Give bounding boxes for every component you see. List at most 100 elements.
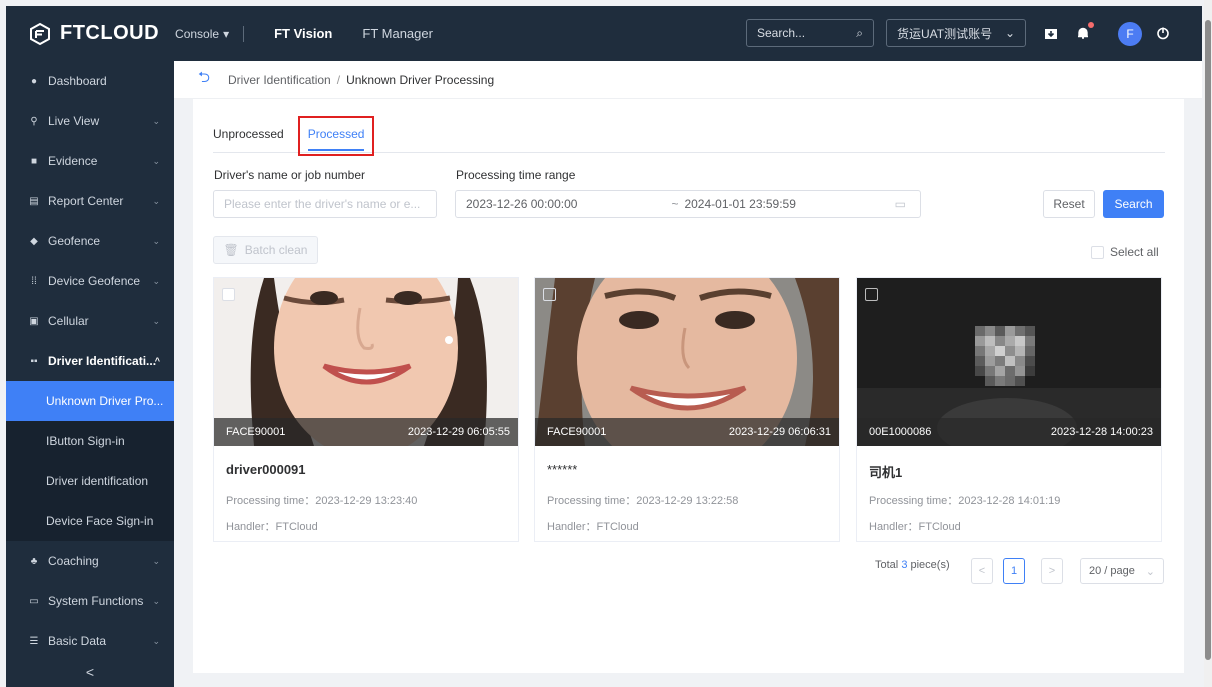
chevron-down-icon: ⌄ bbox=[152, 155, 160, 166]
sidebar-subitem-device-face[interactable]: Device Face Sign-in bbox=[6, 501, 174, 541]
card-checkbox[interactable] bbox=[865, 288, 878, 304]
back-icon[interactable]: ⮌ bbox=[198, 67, 210, 92]
caret-down-icon: ▾ bbox=[223, 26, 230, 41]
sidebar-item-live-view[interactable]: ⚲ Live View ⌄ bbox=[6, 101, 174, 141]
breadcrumb-current: Unknown Driver Processing bbox=[346, 72, 495, 87]
prev-page-button[interactable]: < bbox=[971, 558, 993, 584]
live-view-icon: ⚲ bbox=[30, 115, 38, 127]
driver-name: driver000091 bbox=[226, 462, 306, 477]
sidebar-item-label: Geofence bbox=[48, 234, 101, 248]
device-geofence-icon: ⁞⁞ bbox=[31, 275, 37, 287]
power-icon[interactable] bbox=[1152, 22, 1174, 44]
search-placeholder: Search... bbox=[757, 26, 806, 40]
global-search-input[interactable]: Search... ⌕ bbox=[746, 19, 874, 47]
sidebar-item-label: Report Center bbox=[48, 194, 124, 208]
geofence-icon: ◆ bbox=[30, 235, 38, 247]
chevron-down-icon: ⌄ bbox=[152, 555, 160, 566]
report-icon: ▤ bbox=[29, 195, 39, 207]
chevron-down-icon: ⌄ bbox=[1145, 565, 1155, 578]
device-id: FACE90001 bbox=[226, 426, 286, 438]
driver-search-input[interactable]: Please enter the driver's name or e... bbox=[213, 190, 437, 218]
breadcrumb-parent[interactable]: Driver Identification bbox=[228, 73, 331, 87]
card-checkbox[interactable] bbox=[543, 288, 556, 304]
page-number-button[interactable]: 1 bbox=[1003, 558, 1025, 584]
next-page-button[interactable]: > bbox=[1041, 558, 1063, 584]
account-name: 货运UAT测试账号 bbox=[897, 26, 993, 41]
sidebar-item-driver-identification[interactable]: ▪▪ Driver Identificati... ^ bbox=[6, 341, 174, 381]
notification-bell-icon[interactable] bbox=[1072, 22, 1094, 44]
nav-ft-vision[interactable]: FT Vision bbox=[274, 26, 332, 41]
range-separator: ~ bbox=[671, 197, 679, 211]
sidebar-item-report-center[interactable]: ▤ Report Center ⌄ bbox=[6, 181, 174, 221]
chevron-down-icon: ⌄ bbox=[1004, 26, 1015, 40]
driver-card[interactable]: FACE90001 2023-12-29 06:05:55 driver0000… bbox=[213, 277, 519, 542]
sidebar-item-device-geofence[interactable]: ⁞⁞ Device Geofence ⌄ bbox=[6, 261, 174, 301]
main-panel: Unprocessed Processed Driver's name or j… bbox=[193, 99, 1184, 673]
page-scrollbar-thumb[interactable] bbox=[1205, 20, 1211, 660]
tab-processed[interactable]: Processed bbox=[307, 121, 365, 151]
face-photo[interactable]: FACE90001 2023-12-29 06:05:55 bbox=[214, 278, 518, 446]
nav-ft-manager[interactable]: FT Manager bbox=[362, 26, 433, 41]
sidebar-item-label: Driver Identificati... bbox=[48, 354, 157, 368]
chevron-down-icon: ⌄ bbox=[152, 195, 160, 206]
sidebar-item-geofence[interactable]: ◆ Geofence ⌄ bbox=[6, 221, 174, 261]
page-size-select[interactable]: 20 / page ⌄ bbox=[1080, 558, 1164, 584]
select-all-label: Select all bbox=[1110, 245, 1159, 259]
sidebar-collapse-button[interactable]: < bbox=[6, 657, 174, 687]
sidebar-subitem-unknown-driver[interactable]: Unknown Driver Pro... bbox=[6, 381, 174, 421]
driver-name: ****** bbox=[547, 462, 578, 477]
handler: Handler：FTCloud bbox=[226, 521, 318, 533]
checkbox[interactable] bbox=[1091, 245, 1104, 259]
account-select[interactable]: 货运UAT测试账号 ⌄ bbox=[886, 19, 1026, 47]
face-photo[interactable]: FACE90001 2023-12-29 06:06:31 bbox=[535, 278, 839, 446]
sidebar-item-cellular[interactable]: ▣ Cellular ⌄ bbox=[6, 301, 174, 341]
sidebar-subitem-ibutton[interactable]: IButton Sign-in bbox=[6, 421, 174, 461]
checkbox[interactable] bbox=[222, 288, 235, 301]
driver-card[interactable]: FACE90001 2023-12-29 06:06:31 ****** Pro… bbox=[534, 277, 840, 542]
range-end[interactable]: 2024-01-01 23:59:59 bbox=[684, 197, 795, 211]
sidebar-item-dashboard[interactable]: ● Dashboard bbox=[6, 61, 174, 101]
sidebar-item-coaching[interactable]: ♣ Coaching ⌄ bbox=[6, 541, 174, 581]
sidebar-item-evidence[interactable]: ■ Evidence ⌄ bbox=[6, 141, 174, 181]
console-dropdown[interactable]: Console ▾ bbox=[175, 27, 229, 41]
card-caption-bar: 00E1000086 2023-12-28 14:00:23 bbox=[857, 418, 1161, 446]
search-button[interactable]: Search bbox=[1103, 190, 1164, 218]
pagination-total: Total 3 piece(s) bbox=[875, 559, 950, 571]
sidebar-item-basic-data[interactable]: ☰ Basic Data ⌄ bbox=[6, 621, 174, 661]
avatar[interactable]: F bbox=[1118, 22, 1142, 46]
select-all-checkbox[interactable]: Select all bbox=[1091, 245, 1159, 259]
face-photo[interactable]: 00E1000086 2023-12-28 14:00:23 bbox=[857, 278, 1161, 446]
sidebar-item-label: Basic Data bbox=[48, 634, 107, 648]
divider bbox=[243, 25, 245, 42]
chevron-down-icon: ⌄ bbox=[152, 315, 160, 326]
processing-time: Processing time：2023-12-29 13:23:40 bbox=[226, 495, 418, 507]
sidebar-item-label: System Functions bbox=[48, 594, 144, 608]
range-start[interactable]: 2023-12-26 00:00:00 bbox=[466, 197, 577, 211]
system-icon: ▭ bbox=[29, 595, 39, 607]
total-count: 3 bbox=[901, 559, 908, 571]
driver-name: 司机1 bbox=[869, 465, 903, 480]
tab-unprocessed[interactable]: Unprocessed bbox=[213, 121, 284, 147]
cellular-icon: ▣ bbox=[29, 315, 39, 327]
brand-name: FTCLOUD bbox=[60, 22, 160, 44]
sidebar-item-system-functions[interactable]: ▭ System Functions ⌄ bbox=[6, 581, 174, 621]
brand-logo[interactable]: FTCLOUD bbox=[28, 22, 159, 46]
sidebar-item-label: Evidence bbox=[48, 154, 98, 168]
download-icon[interactable] bbox=[1040, 22, 1062, 44]
processing-time: Processing time：2023-12-28 14:01:19 bbox=[869, 495, 1061, 507]
sidebar-subitem-driver-identification[interactable]: Driver identification bbox=[6, 461, 174, 501]
sidebar-item-label: Cellular bbox=[48, 314, 89, 328]
checkbox[interactable] bbox=[865, 288, 878, 301]
batch-clean-button[interactable]: 🗑︎ Batch clean bbox=[213, 236, 318, 264]
chevron-down-icon: ⌄ bbox=[152, 635, 160, 646]
basic-data-icon: ☰ bbox=[29, 635, 39, 647]
driver-search-placeholder: Please enter the driver's name or e... bbox=[224, 197, 421, 211]
time-range-label: Processing time range bbox=[456, 168, 576, 182]
checkbox[interactable] bbox=[543, 288, 556, 301]
reset-button[interactable]: Reset bbox=[1043, 190, 1095, 218]
date-range-picker[interactable]: 2023-12-26 00:00:00 ~ 2024-01-01 23:59:5… bbox=[455, 190, 921, 218]
search-icon[interactable]: ⌕ bbox=[856, 26, 863, 41]
capture-time: 2023-12-28 14:00:23 bbox=[1050, 426, 1153, 438]
driver-card[interactable]: 00E1000086 2023-12-28 14:00:23 司机1 Proce… bbox=[856, 277, 1162, 542]
card-checkbox[interactable] bbox=[222, 288, 235, 304]
